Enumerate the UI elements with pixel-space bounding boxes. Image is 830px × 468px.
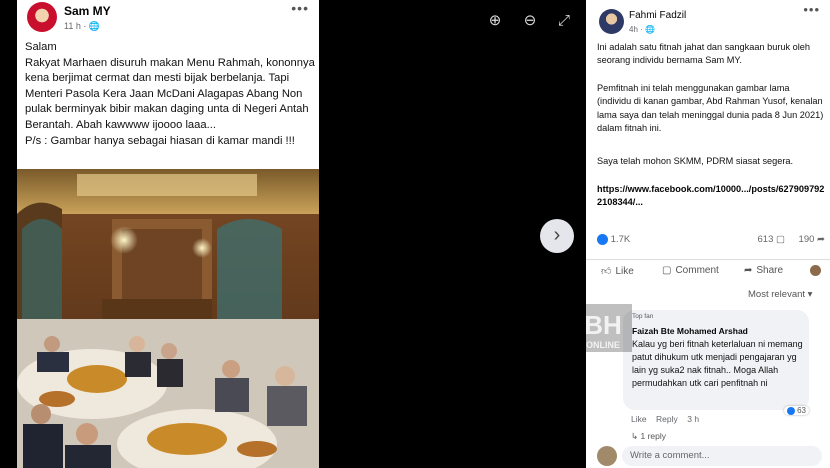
share-arrow-icon: ➦ xyxy=(817,234,825,245)
post-link[interactable]: https://www.facebook.com/10000.../posts/… xyxy=(597,183,825,210)
more-options-icon[interactable]: ••• xyxy=(803,2,820,17)
thumbs-up-icon: 👍︎ xyxy=(601,266,612,277)
comment-bubble: Top fan Faizah Bte Mohamed Arshad Kalau … xyxy=(623,310,809,415)
post-paragraph: Pemfitnah ini telah menggunakan gambar l… xyxy=(597,83,824,134)
view-replies-link[interactable]: ↳ 1 reply xyxy=(631,431,666,442)
comment-icon: ▢ xyxy=(662,265,672,276)
share-button-label: Share xyxy=(756,265,784,276)
zoom-in-icon[interactable]: ⊕ xyxy=(484,10,506,32)
more-options-icon[interactable]: ••• xyxy=(291,0,309,16)
post-photo[interactable] xyxy=(17,169,319,468)
comment-actions: Like Reply 3 h xyxy=(631,414,699,424)
avatar[interactable] xyxy=(27,2,57,32)
post-paragraph: Ini adalah satu fitnah jahat dan sangkaa… xyxy=(597,42,811,66)
comment-sort-dropdown[interactable]: Most relevant ▾ xyxy=(748,289,812,300)
zoom-out-icon[interactable]: ⊖ xyxy=(519,10,541,32)
share-count-block[interactable]: 190 ➦ xyxy=(799,234,825,245)
comment-button[interactable]: ▢ Comment xyxy=(662,265,719,276)
next-photo-button[interactable]: › xyxy=(540,219,574,253)
view-replies-label: 1 reply xyxy=(640,431,667,441)
like-button[interactable]: 👍︎ Like xyxy=(601,265,634,278)
reaction-avatar-icon[interactable] xyxy=(810,265,821,276)
write-comment-bar: Write a comment... xyxy=(586,444,830,468)
post-timestamp[interactable]: 4h · 🌐 xyxy=(629,25,655,34)
bh-online-watermark-logo: BH ONLINE xyxy=(574,304,632,352)
commenter-name[interactable]: Faizah Bte Mohamed Arshad xyxy=(632,326,748,336)
author-name[interactable]: Sam MY xyxy=(64,4,111,18)
post-timestamp[interactable]: 11 h · 🌐 xyxy=(64,21,100,32)
share-count: 190 xyxy=(798,234,815,245)
author-name[interactable]: Fahmi Fadzil xyxy=(629,10,686,21)
post-body-text: Salam Rakyat Marhaen disuruh makan Menu … xyxy=(25,41,315,147)
like-count[interactable]: 1.7K xyxy=(611,234,631,245)
comment-time: 3 h xyxy=(687,414,700,424)
top-fan-badge: Top fan xyxy=(632,313,654,320)
comment-reaction-count[interactable]: 63 xyxy=(783,406,809,415)
comment-text: Kalau yg beri fitnah keterlaluan ni mema… xyxy=(632,339,803,388)
watermark-logo-text: BH xyxy=(584,310,622,340)
like-reaction-icon xyxy=(786,406,795,415)
reply-arrow-icon: ↳ xyxy=(631,431,639,441)
comment-button-label: Comment xyxy=(675,265,719,276)
share-icon: ➦ xyxy=(744,265,753,276)
post-paragraph: Saya telah mohon SKMM, PDRM siasat seger… xyxy=(597,156,794,166)
like-reaction-icon xyxy=(597,234,608,245)
share-button[interactable]: ➦ Share xyxy=(744,265,783,276)
comment-count: 613 xyxy=(757,234,774,245)
comment-input[interactable]: Write a comment... xyxy=(622,446,822,466)
left-post-card: Sam MY 11 h · 🌐 ••• Salam Rakyat Marhaen… xyxy=(17,0,319,468)
left-post-header: Sam MY 11 h · 🌐 ••• xyxy=(17,0,319,40)
reaction-summary[interactable]: 1.7K 613 ▢ 190 ➦ xyxy=(597,234,825,250)
comment-count-block[interactable]: 613 ▢ xyxy=(758,234,785,245)
comment-like-link[interactable]: Like xyxy=(631,414,647,424)
avatar xyxy=(597,446,617,466)
expand-icon[interactable]: ⤢ xyxy=(553,10,575,32)
comment-reply-link[interactable]: Reply xyxy=(656,414,678,424)
right-post-card: Fahmi Fadzil 4h · 🌐 ••• Ini adalah satu … xyxy=(586,0,830,468)
comment-reaction-number: 63 xyxy=(797,406,806,415)
comment-bubble-icon: ▢ xyxy=(776,234,785,245)
avatar[interactable] xyxy=(599,9,624,34)
post-action-bar: 👍︎ Like ▢ Comment ➦ Share xyxy=(586,259,830,282)
watermark-sub-text: ONLINE xyxy=(586,340,620,350)
like-button-label: Like xyxy=(615,265,634,277)
